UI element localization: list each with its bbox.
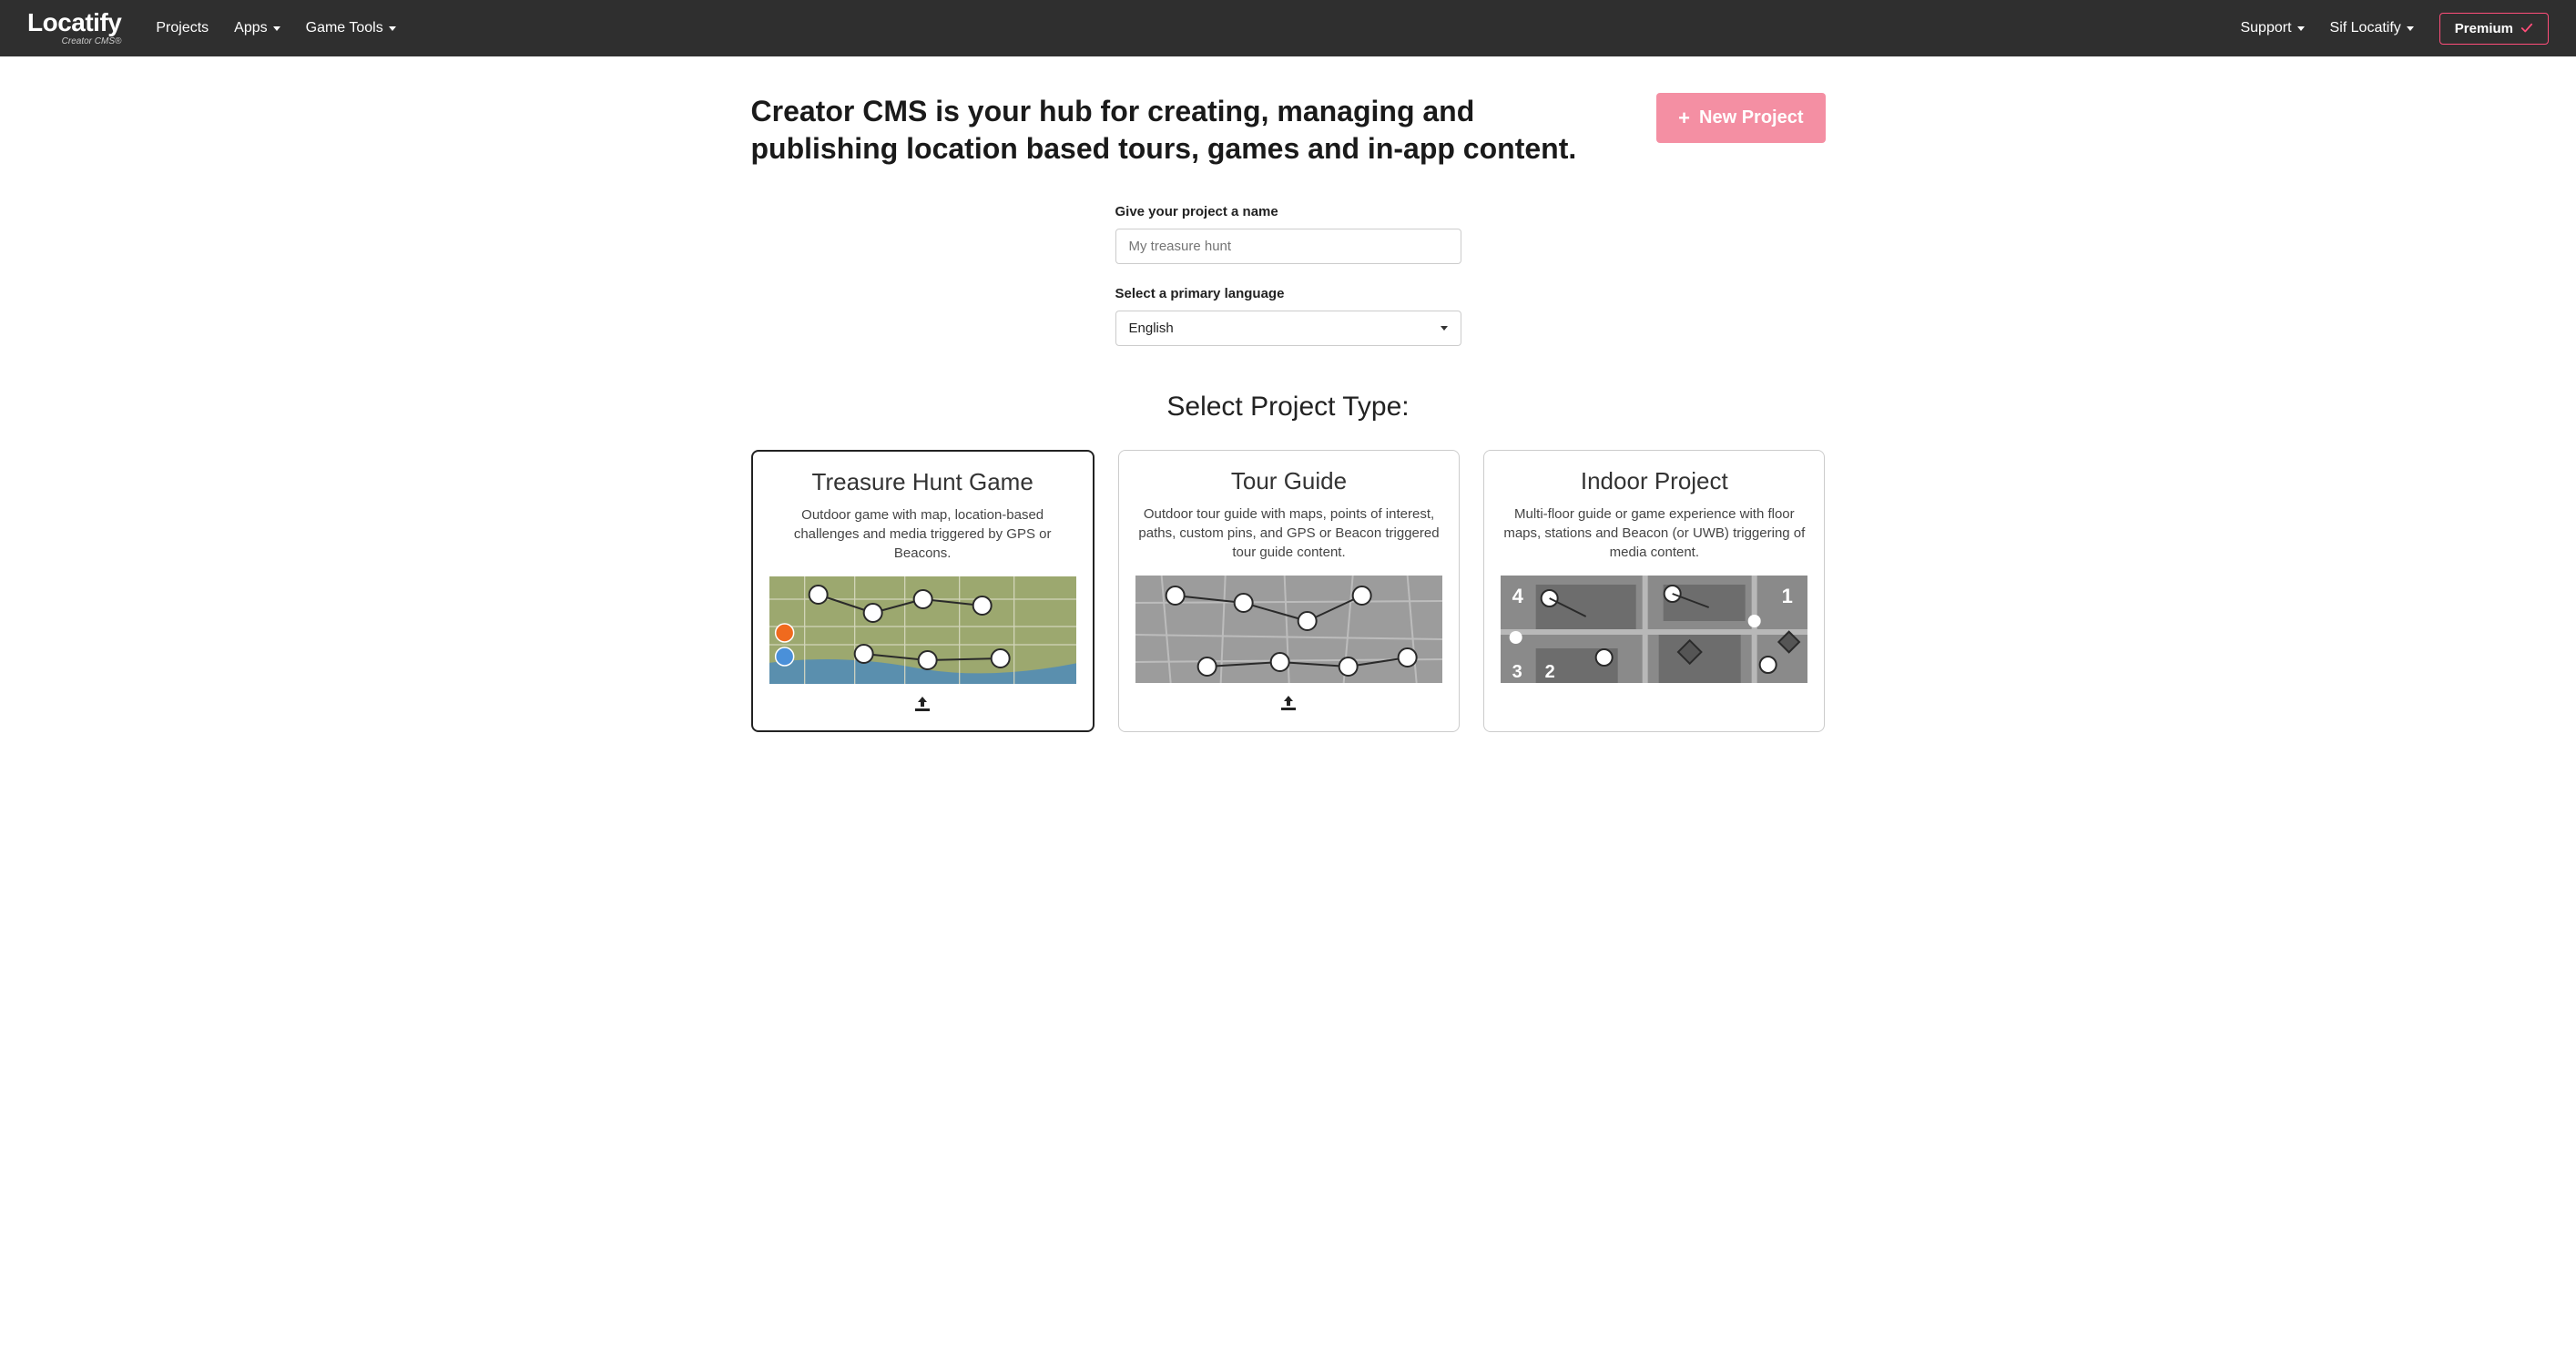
nav-link-apps-label: Apps	[234, 20, 267, 36]
top-navbar: Locatify Creator CMS® Projects Apps Game…	[0, 0, 2576, 56]
form-group-name: Give your project a name	[1115, 204, 1461, 264]
nav-link-support-label: Support	[2240, 20, 2291, 36]
new-project-button-label: New Project	[1699, 107, 1803, 128]
project-name-label: Give your project a name	[1115, 204, 1461, 219]
plus-icon: +	[1678, 108, 1690, 128]
brand-sub-text: Creator CMS®	[27, 37, 121, 46]
nav-link-user-label: Sif Locatify	[2330, 20, 2401, 36]
card-title: Tour Guide	[1135, 467, 1442, 495]
nav-link-projects[interactable]: Projects	[156, 20, 209, 36]
svg-text:2: 2	[1545, 662, 1555, 682]
page-body: Creator CMS is your hub for creating, ma…	[733, 56, 1844, 787]
nav-link-support[interactable]: Support	[2240, 20, 2304, 36]
language-select[interactable]: English	[1115, 311, 1461, 346]
project-type-card-tour-guide[interactable]: Tour Guide Outdoor tour guide with maps,…	[1118, 450, 1460, 732]
brand-main-text: Locatify	[27, 10, 121, 36]
card-desc: Outdoor tour guide with maps, points of …	[1135, 504, 1442, 563]
premium-button-label: Premium	[2455, 21, 2513, 36]
nav-link-user[interactable]: Sif Locatify	[2330, 20, 2414, 36]
premium-button[interactable]: Premium	[2439, 13, 2549, 45]
project-type-card-treasure-hunt[interactable]: Treasure Hunt Game Outdoor game with map…	[751, 450, 1095, 732]
svg-text:4: 4	[1512, 585, 1524, 607]
brand-logo[interactable]: Locatify Creator CMS®	[27, 10, 121, 46]
language-select-value: English	[1129, 321, 1174, 336]
caret-down-icon	[389, 26, 396, 31]
caret-down-icon	[1441, 326, 1448, 331]
svg-text:1: 1	[1782, 585, 1793, 607]
check-icon	[2520, 22, 2533, 35]
project-form: Give your project a name Select a primar…	[1115, 204, 1461, 346]
new-project-button[interactable]: + New Project	[1656, 93, 1825, 143]
nav-link-projects-label: Projects	[156, 20, 209, 36]
nav-link-apps[interactable]: Apps	[234, 20, 280, 36]
card-desc: Multi-floor guide or game experience wit…	[1501, 504, 1807, 563]
language-label: Select a primary language	[1115, 286, 1461, 301]
nav-link-game-tools[interactable]: Game Tools	[306, 20, 396, 36]
card-thumbnail	[1135, 576, 1442, 683]
card-thumbnail	[769, 576, 1076, 684]
card-thumbnail: 4 1 2 3	[1501, 576, 1807, 683]
nav-left: Locatify Creator CMS® Projects Apps Game…	[27, 10, 396, 46]
project-type-card-indoor[interactable]: Indoor Project Multi-floor guide or game…	[1483, 450, 1825, 732]
caret-down-icon	[2297, 26, 2305, 31]
upload-icon	[769, 695, 1076, 718]
caret-down-icon	[273, 26, 280, 31]
upload-icon	[1135, 694, 1442, 717]
card-desc: Outdoor game with map, location-based ch…	[769, 505, 1076, 564]
nav-right: Support Sif Locatify Premium	[2240, 13, 2549, 45]
section-title: Select Project Type:	[751, 392, 1826, 423]
form-group-language: Select a primary language English	[1115, 286, 1461, 346]
nav-link-game-tools-label: Game Tools	[306, 20, 383, 36]
header-row: Creator CMS is your hub for creating, ma…	[751, 93, 1826, 168]
svg-text:3: 3	[1512, 662, 1522, 682]
card-title: Treasure Hunt Game	[769, 468, 1076, 496]
project-name-input[interactable]	[1115, 229, 1461, 264]
caret-down-icon	[2407, 26, 2414, 31]
project-type-cards: Treasure Hunt Game Outdoor game with map…	[751, 450, 1826, 732]
hero-title: Creator CMS is your hub for creating, ma…	[751, 93, 1621, 168]
card-title: Indoor Project	[1501, 467, 1807, 495]
